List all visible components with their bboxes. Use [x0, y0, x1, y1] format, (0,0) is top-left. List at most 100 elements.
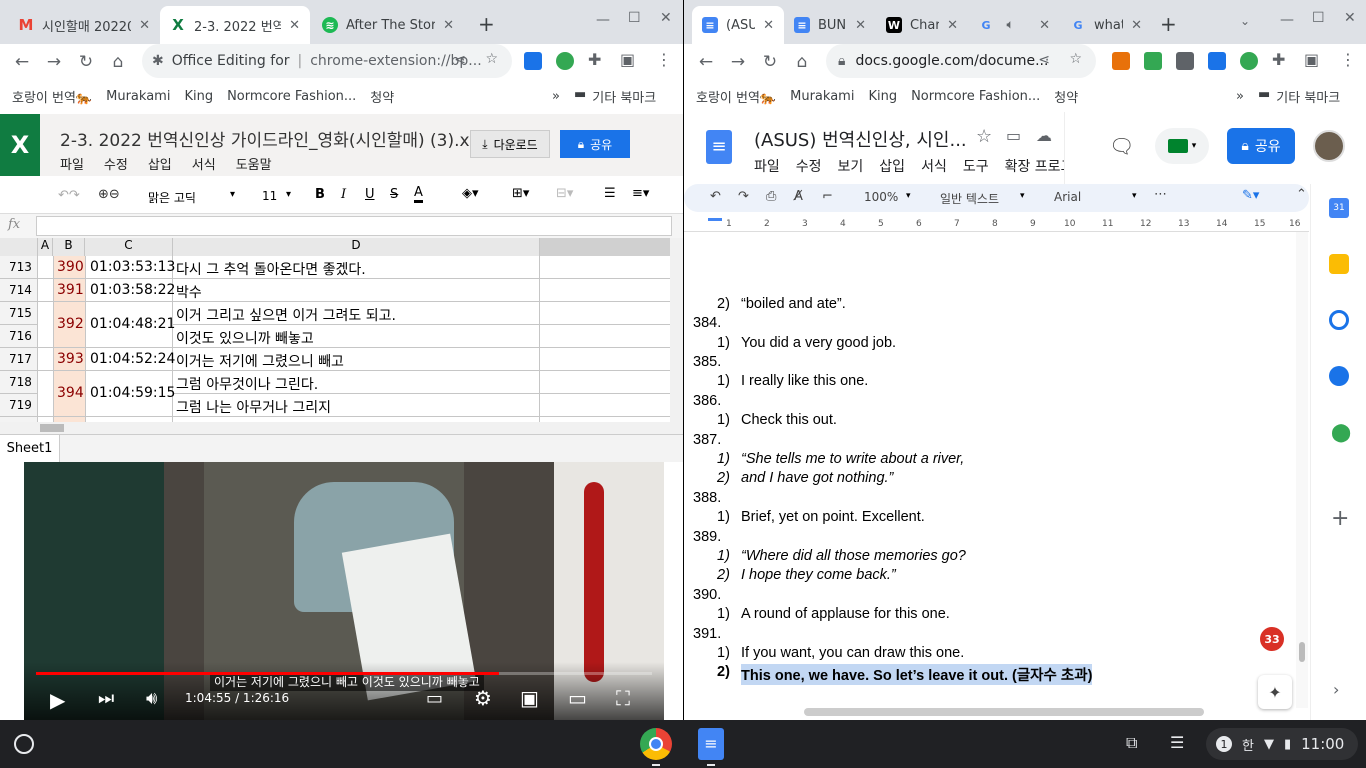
zoom-icon[interactable]: ⊕⊖ [98, 187, 120, 202]
cell-c[interactable]: 01:03:53:13 [90, 259, 175, 275]
sheet-tab[interactable]: Sheet1 [0, 435, 60, 462]
chrome-icon[interactable] [640, 728, 672, 760]
menu-item[interactable]: 수정 [796, 156, 822, 176]
move-icon[interactable]: ▭ [1006, 126, 1021, 145]
tab-docs-2[interactable]: ≡ BUN ✕ [784, 6, 876, 44]
subtitles-icon[interactable]: ▭ [426, 688, 443, 709]
menu-item[interactable]: 보기 [838, 156, 864, 176]
tab-spotify[interactable]: ≋ After The Storm ✕ [312, 6, 464, 44]
contacts-icon[interactable] [1329, 366, 1349, 386]
video-progress-bar[interactable] [36, 672, 652, 675]
borders-icon[interactable]: ⊞▾ [512, 186, 529, 201]
cell-c[interactable]: 01:04:52:24 [90, 351, 175, 367]
close-window-button[interactable]: ✕ [1344, 10, 1356, 26]
sidepanel-icon[interactable]: ▣ [1304, 50, 1319, 69]
column-header[interactable]: C [85, 238, 173, 256]
menu-item[interactable]: 삽입 [879, 156, 905, 176]
miniplayer-icon[interactable]: ▣ [520, 686, 539, 710]
cell-d[interactable]: 이것도 있으니까 빼놓고 [176, 328, 314, 348]
font-selector[interactable]: 맑은 고딕 [148, 189, 196, 206]
cell-c[interactable]: 01:03:58:22 [90, 282, 175, 298]
column-header[interactable]: A [38, 238, 53, 256]
bookmark-item[interactable]: Normcore Fashion... [911, 89, 1040, 104]
column-header[interactable] [540, 238, 670, 256]
italic-button[interactable]: I [341, 187, 346, 202]
menu-item[interactable]: 서식 [192, 154, 216, 173]
cell-d[interactable]: 그럼 나는 아무거나 그리지 [176, 397, 331, 417]
cell-d[interactable]: 이거는 저기에 그렸으니 빼고 [176, 351, 344, 371]
list-item-text[interactable]: If you want, you can draw this one. [741, 645, 964, 661]
back-button[interactable]: ← [690, 52, 722, 72]
play-icon[interactable]: ▶ [50, 688, 65, 712]
address-bar[interactable]: 🔒︎ docs.google.com/docume... ⋖ ☆ [826, 44, 1096, 78]
back-button[interactable]: ← [6, 52, 38, 72]
beta-extension-icon[interactable] [556, 52, 574, 70]
list-item-text[interactable]: “She tells me to write about a river, [741, 451, 964, 467]
other-bookmarks[interactable]: ▬ 기타 북마크 [1258, 87, 1340, 106]
fullscreen-icon[interactable]: ⛶ [616, 686, 630, 710]
tab-gmail[interactable]: M 시인할매 20220 ✕ [8, 6, 160, 44]
close-icon[interactable]: ✕ [763, 18, 774, 33]
share-button[interactable]: 🔒︎ 공유 [560, 130, 630, 158]
close-icon[interactable]: ✕ [855, 18, 866, 33]
ruler[interactable]: 1 2 3 4 5 6 7 8 9 10 11 12 13 14 15 16 [684, 218, 1309, 232]
bookmark-item[interactable]: King [184, 89, 213, 104]
close-icon[interactable]: ✕ [1131, 18, 1142, 33]
cell-b[interactable]: 391 [57, 282, 84, 298]
docs-icon[interactable]: ≡ [698, 728, 724, 760]
list-item-text[interactable]: and I have got nothing.” [741, 470, 893, 486]
more-bookmarks-icon[interactable]: » [552, 89, 560, 104]
sidepanel-icon[interactable]: ▣ [620, 50, 635, 69]
puzzle-icon[interactable]: ✚ [588, 50, 601, 69]
status-area[interactable]: 1 한 ▼ ▮ 11:00 [1206, 728, 1358, 760]
share-button[interactable]: 🔒︎ 공유 [1227, 128, 1295, 164]
undo-icon[interactable]: ↶ [710, 189, 721, 204]
collapse-icon[interactable]: ⌃ [1296, 187, 1307, 202]
column-header[interactable]: B [53, 238, 85, 256]
fill-color-icon[interactable]: ◈▾ [462, 186, 479, 201]
formula-input[interactable] [36, 216, 672, 236]
document-body[interactable]: 2) “boiled and ate”. 384. 1) You did a very … [684, 232, 1309, 708]
cell-b[interactable]: 392 [57, 316, 84, 332]
close-icon[interactable]: ✕ [443, 18, 454, 33]
docs-icon[interactable]: ≡ [706, 130, 732, 164]
more-bookmarks-icon[interactable]: » [1236, 89, 1244, 104]
cloud-icon[interactable]: ☁ [1036, 126, 1052, 145]
print-icon[interactable]: ⎙ [766, 189, 776, 204]
row-number[interactable]: 716 [9, 329, 32, 343]
ruler-indent-marker[interactable] [708, 218, 722, 221]
forward-button[interactable]: → [38, 52, 70, 72]
extension-icon[interactable] [1112, 52, 1130, 70]
list-item-text[interactable]: You did a very good job. [741, 335, 896, 351]
font-selector[interactable]: Arial [1054, 190, 1081, 204]
beta-extension-icon[interactable] [1240, 52, 1258, 70]
undo-icon[interactable]: ↶↷ [58, 188, 80, 203]
list-item-text[interactable]: Check this out. [741, 412, 837, 428]
star-icon[interactable]: ☆ [976, 126, 992, 147]
corner-cell[interactable] [0, 238, 38, 256]
maximize-button[interactable]: ☐ [1312, 10, 1325, 26]
row-number[interactable]: 714 [9, 283, 32, 297]
download-button[interactable]: ⤓ 다운로드 [470, 130, 550, 158]
new-tab-button[interactable]: + [1160, 12, 1177, 36]
cell-c[interactable]: 01:04:59:15 [90, 385, 175, 401]
volume-icon[interactable]: 🔊︎ [146, 688, 157, 709]
tab-search-icon[interactable]: ⌄ [1240, 14, 1250, 28]
bookmark-item[interactable]: 호랑이 번역🐅 [12, 87, 92, 106]
minimize-button[interactable]: — [1280, 12, 1294, 28]
menu-item[interactable]: 도구 [963, 156, 989, 176]
list-item-text[interactable]: “Where did all those memories go? [741, 548, 966, 564]
scrollbar-thumb[interactable] [40, 424, 64, 432]
spellcheck-icon[interactable]: A̸ [794, 189, 803, 204]
launcher-icon[interactable] [14, 734, 34, 754]
horizontal-scrollbar[interactable] [0, 422, 683, 434]
merge-icon[interactable]: ⊟▾ [556, 186, 573, 201]
tasks-icon[interactable] [1329, 310, 1349, 330]
maps-icon[interactable]: ⬤ [1331, 422, 1351, 443]
puzzle-icon[interactable]: ✚ [1272, 50, 1285, 69]
close-icon[interactable]: ✕ [139, 18, 150, 33]
paint-format-icon[interactable]: ⌐ [822, 189, 833, 204]
stylus-icon[interactable]: ☰ [1170, 733, 1184, 752]
editing-mode-icon[interactable]: ✎▾ [1242, 188, 1259, 203]
cell-b[interactable]: 394 [57, 385, 84, 401]
